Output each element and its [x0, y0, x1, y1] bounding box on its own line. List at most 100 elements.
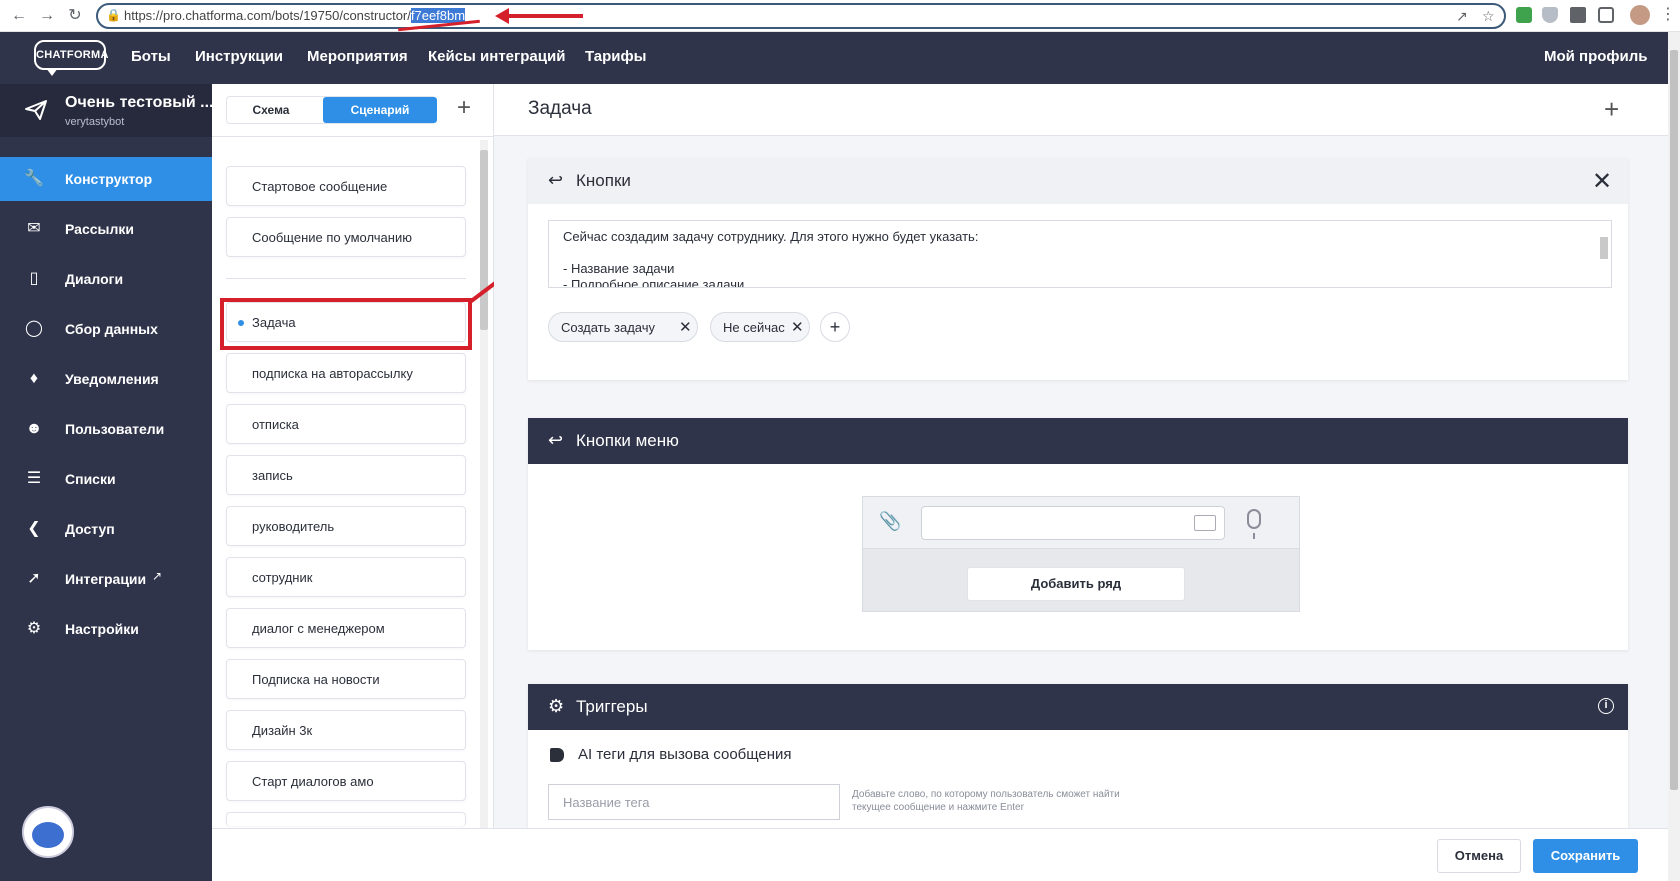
card-title: Кнопки: [576, 171, 631, 190]
info-icon[interactable]: i: [1598, 698, 1614, 714]
message-scrollbar[interactable]: [1599, 223, 1609, 285]
annotation-arrow-url: [495, 8, 583, 24]
remove-chip-icon[interactable]: ✕: [791, 318, 804, 336]
button-chip[interactable]: Создать задачу ✕: [548, 312, 698, 342]
add-block-icon[interactable]: +: [1604, 94, 1619, 125]
triggers-card-header: ⚙ Триггеры i: [528, 684, 1628, 730]
menu-buttons-card: ↩ Кнопки меню 📎 Добавить ряд: [528, 418, 1628, 650]
scenario-item[interactable]: отписка: [226, 404, 466, 444]
users-icon: ☻: [25, 420, 43, 437]
scenario-label: сотрудник: [252, 570, 313, 585]
sidebar-item-integrations[interactable]: ➚ Интеграции ↗: [0, 557, 212, 601]
sidebar-item-notifications[interactable]: ♦ Уведомления: [0, 357, 212, 401]
share-icon: ❮: [27, 520, 41, 537]
view-tabs: Схема Сценарий: [226, 96, 437, 124]
url-prefix: https://pro.chatforma.com/bots/19750/con…: [124, 8, 411, 23]
add-row-button[interactable]: Добавить ряд: [967, 567, 1185, 601]
scenario-item[interactable]: подписка на авторассылку: [226, 353, 466, 393]
bookmark-star-icon[interactable]: ☆: [1482, 8, 1495, 25]
message-scroll-thumb[interactable]: [1600, 237, 1608, 259]
tab-scenario[interactable]: Сценарий: [323, 97, 437, 123]
nav-events[interactable]: Мероприятия: [307, 48, 408, 65]
sidebar-item-label: Сбор данных: [65, 321, 158, 337]
scenario-label: запись: [252, 468, 293, 483]
scenarios-scroll-thumb[interactable]: [480, 150, 488, 330]
button-chip[interactable]: Не сейчас ✕: [710, 312, 810, 342]
lock-icon: 🔒: [106, 8, 121, 22]
remove-chip-icon[interactable]: ✕: [679, 318, 692, 336]
scenario-item[interactable]: Подписка на новости: [226, 659, 466, 699]
add-button-icon[interactable]: +: [820, 312, 850, 342]
extension-green-icon[interactable]: [1516, 7, 1532, 23]
add-scenario-icon[interactable]: +: [457, 94, 471, 122]
annotation-highlight-box: [220, 298, 472, 350]
scenario-item[interactable]: Старт диалогов амо: [226, 761, 466, 801]
url-selected-part: f7eef8bm: [410, 8, 466, 23]
editor-footer: Отмена Сохранить: [212, 828, 1668, 881]
browser-menu-icon[interactable]: ⋮: [1660, 4, 1676, 24]
scenario-item[interactable]: Дизайн 3к: [226, 710, 466, 750]
nav-integration-cases[interactable]: Кейсы интеграций: [428, 48, 565, 65]
main-editor: Задача + ↩ Кнопки ✕ Сейчас создадим зада…: [494, 84, 1668, 881]
scenario-label: диалог с менеджером: [252, 621, 385, 636]
scenario-item[interactable]: запись: [226, 455, 466, 495]
tag-name-input[interactable]: [548, 784, 840, 820]
sidebar-item-label: Уведомления: [65, 371, 159, 387]
shield-extension-icon[interactable]: [1542, 7, 1558, 23]
close-icon[interactable]: ✕: [1592, 167, 1612, 196]
scenarios-panel: Схема Сценарий + Стартовое сообщение Соо…: [212, 84, 494, 881]
message-textarea[interactable]: Сейчас создадим задачу сотруднику. Для э…: [548, 220, 1612, 288]
tag-icon: [550, 748, 564, 762]
reload-icon[interactable]: ↻: [64, 5, 86, 27]
url-text[interactable]: https://pro.chatforma.com/bots/19750/con…: [124, 8, 466, 23]
browser-profile-avatar[interactable]: [1630, 5, 1650, 25]
nav-pricing[interactable]: Тарифы: [585, 48, 646, 65]
divider: [212, 136, 494, 137]
sidebar-item-label: Интеграции: [65, 571, 147, 587]
nav-bots[interactable]: Боты: [131, 48, 171, 65]
sidepanel-icon[interactable]: [1598, 7, 1614, 23]
nav-my-profile[interactable]: Мой профиль: [1544, 48, 1648, 65]
sidebar-item-label: Настройки: [65, 621, 139, 637]
wrench-icon: 🔧: [24, 170, 44, 187]
scenario-item-partial[interactable]: [226, 812, 466, 826]
divider: [226, 278, 466, 279]
sidebar-item-constructor[interactable]: 🔧 Конструктор: [0, 157, 212, 201]
gear-icon: ⚙: [26, 620, 42, 637]
cancel-button[interactable]: Отмена: [1437, 839, 1521, 873]
scenario-item[interactable]: руководитель: [226, 506, 466, 546]
sidebar-item-access[interactable]: ❮ Доступ: [0, 507, 212, 551]
sidebar-item-mailings[interactable]: ✉ Рассылки: [0, 207, 212, 251]
scenario-default-message[interactable]: Сообщение по умолчанию: [226, 217, 466, 257]
sidebar-item-label: Списки: [65, 471, 116, 487]
sidebar-item-settings[interactable]: ⚙ Настройки: [0, 607, 212, 651]
nav-instructions[interactable]: Инструкции: [195, 48, 283, 65]
back-arrow-icon[interactable]: ←: [8, 5, 30, 27]
scenario-item[interactable]: сотрудник: [226, 557, 466, 597]
keyboard-preview: 📎 Добавить ряд: [862, 496, 1300, 612]
bot-header[interactable]: Очень тестовый ... verytastybot: [0, 84, 214, 137]
page-scroll-thumb[interactable]: [1670, 50, 1678, 790]
scenario-item[interactable]: диалог с менеджером: [226, 608, 466, 648]
sidebar-item-users[interactable]: ☻ Пользователи: [0, 407, 212, 451]
chatforma-logo[interactable]: CHATFORMA: [34, 40, 108, 76]
reply-arrow-icon: ↩: [548, 170, 564, 190]
share-page-icon[interactable]: ↗: [1456, 8, 1468, 25]
puzzle-extensions-icon[interactable]: [1570, 7, 1586, 23]
sidebar-item-data-collection[interactable]: ◯ Сбор данных: [0, 307, 212, 351]
page-scrollbar[interactable]: [1668, 32, 1680, 881]
browser-toolbar: ← → ↻ 🔒 https://pro.chatforma.com/bots/1…: [0, 0, 1680, 32]
scenario-label: Старт диалогов амо: [252, 774, 374, 789]
sidebar-item-dialogs[interactable]: ▯ Диалоги: [0, 257, 212, 301]
forward-arrow-icon[interactable]: →: [36, 5, 58, 27]
address-bar[interactable]: 🔒 https://pro.chatforma.com/bots/19750/c…: [96, 3, 1506, 29]
bot-username: verytastybot: [65, 116, 125, 128]
scenario-start-message[interactable]: Стартовое сообщение: [226, 166, 466, 206]
save-button[interactable]: Сохранить: [1533, 839, 1638, 873]
support-bot-avatar[interactable]: [22, 806, 74, 858]
gear-icon: ⚙: [548, 696, 565, 716]
scenario-label: подписка на авторассылку: [252, 366, 413, 381]
sidebar-item-lists[interactable]: ☰ Списки: [0, 457, 212, 501]
tab-schema[interactable]: Схема: [227, 97, 315, 123]
top-navigation: CHATFORMA Боты Инструкции Мероприятия Ке…: [0, 32, 1668, 84]
